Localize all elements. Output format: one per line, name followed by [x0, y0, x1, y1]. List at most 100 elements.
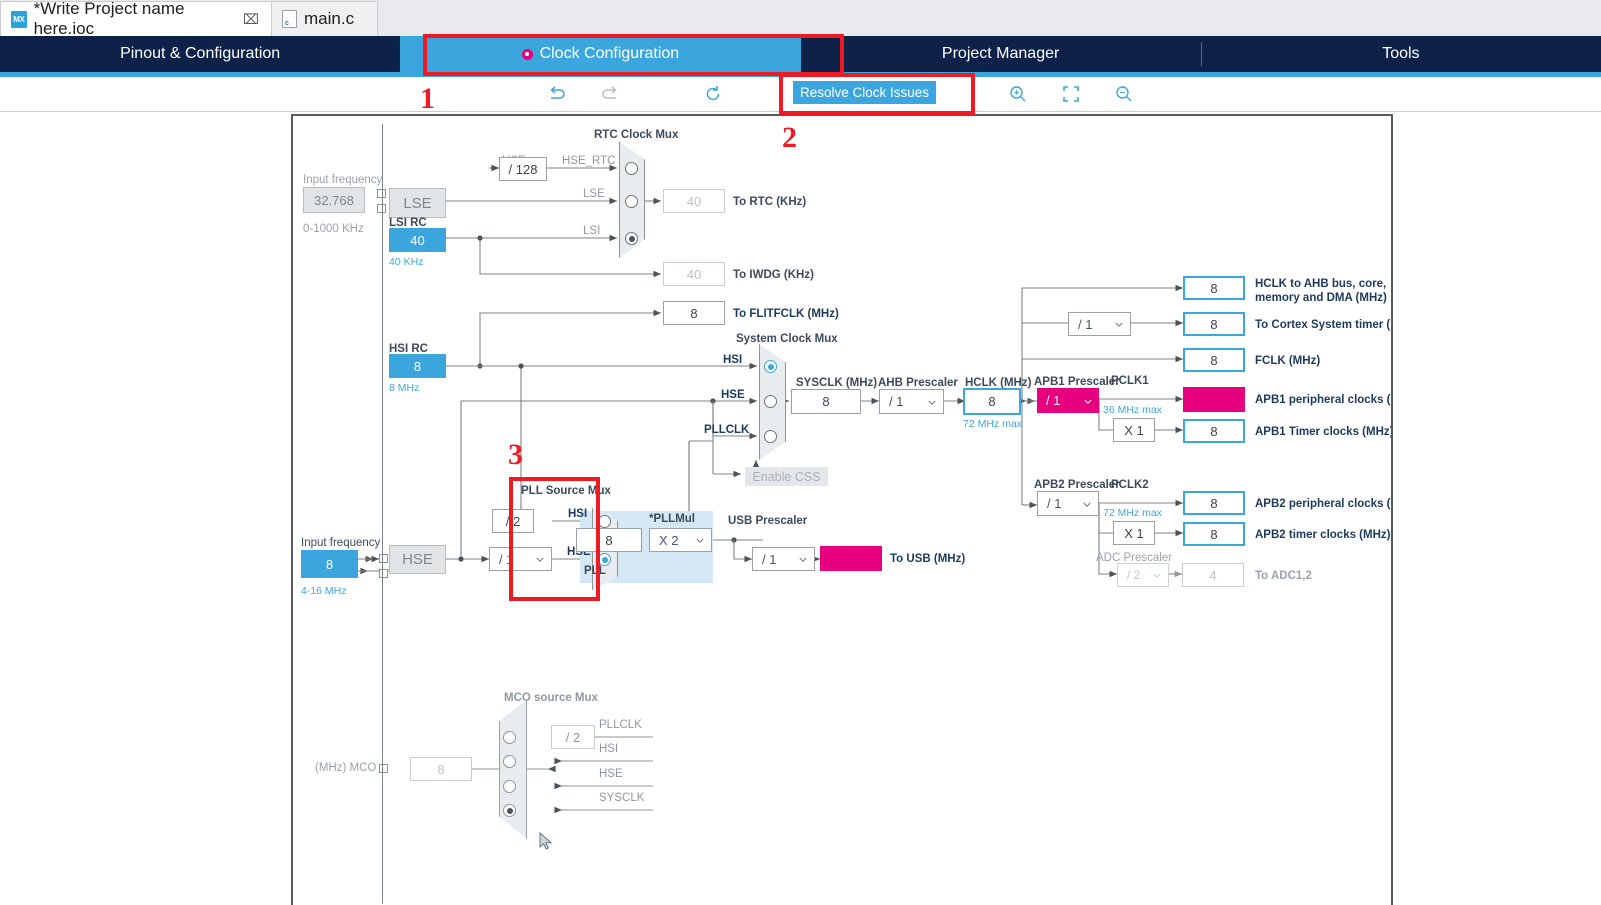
editor-tab-mainc[interactable]: c main.c — [272, 1, 378, 36]
rtc-mux-input-lse-label: LSE — [583, 188, 605, 200]
apb2-prescaler-title: APB2 Prescaler — [1034, 479, 1120, 491]
mco-pll-divider: / 2 — [551, 725, 595, 749]
mco-mux-radio-sysclk[interactable] — [503, 804, 516, 817]
undo-icon[interactable] — [546, 83, 568, 105]
hclk-value-field[interactable]: 8 — [963, 388, 1021, 415]
hclk-bus-label-line2: memory and DMA (MHz) — [1255, 292, 1387, 304]
chevron-down-icon — [928, 400, 936, 405]
tab-pinout-configuration-label: Pinout & Configuration — [120, 45, 281, 62]
mco-mux-radio-hsi[interactable] — [503, 755, 516, 768]
to-rtc-label: To RTC (KHz) — [733, 196, 807, 208]
apb1-peripheral-clocks-label: APB1 peripheral clocks (MHz) — [1255, 394, 1391, 406]
hse-input-frequency-field[interactable]: 8 — [301, 550, 358, 578]
redo-icon[interactable] — [599, 83, 621, 105]
hse-range-label: 4-16 MHz — [301, 585, 347, 597]
apb1-max-label: 36 MHz max — [1103, 404, 1162, 416]
apb1-prescaler-select[interactable]: / 1 — [1037, 388, 1099, 413]
rtc-hse-divider: / 128 — [499, 157, 547, 181]
adc-prescaler-select[interactable]: / 2 — [1117, 563, 1169, 587]
apb2-max-label: 72 MHz max — [1103, 507, 1162, 519]
tab-pinout-configuration[interactable]: Pinout & Configuration — [0, 36, 400, 72]
to-iwdg-label: To IWDG (KHz) — [733, 269, 814, 281]
mco-mux-input-hsi-label: HSI — [599, 743, 619, 755]
tab-tools-label: Tools — [1382, 45, 1420, 62]
rtc-mux-input-hse-rtc-label: HSE_RTC — [562, 155, 616, 167]
mco-source-mux[interactable] — [499, 699, 527, 839]
fclk-label: FCLK (MHz) — [1255, 355, 1321, 367]
lse-oscillator-box[interactable]: LSE — [389, 188, 446, 218]
mco-mux-radio-pllclk[interactable] — [503, 731, 516, 744]
cortex-timer-divider-select[interactable]: / 1 — [1068, 312, 1131, 336]
chevron-down-icon — [799, 557, 807, 562]
sysclk-title: SYSCLK (MHz) — [796, 377, 878, 389]
hse-pin-out — [379, 569, 388, 578]
clock-tree-diagram: Input frequency 32.768 0-1000 KHz LSE LS… — [293, 116, 1393, 905]
tab-tools[interactable]: Tools — [1200, 36, 1601, 72]
rtc-clock-mux-title: RTC Clock Mux — [594, 129, 679, 141]
cubemx-window: MX *Write Project name here.ioc ⌧ c main… — [0, 0, 1601, 905]
apb1-timer-clocks-label: APB1 Timer clocks (MHz) — [1255, 426, 1393, 438]
usb-prescaler-select[interactable]: / 1 — [752, 547, 815, 571]
usb-prescaler-value: / 1 — [762, 551, 777, 567]
chevron-down-icon — [696, 538, 704, 543]
clock-tree-canvas[interactable]: Input frequency 32.768 0-1000 KHz LSE LS… — [291, 114, 1393, 905]
apb1-timer-clocks-value: 8 — [1183, 419, 1245, 443]
enable-css-button[interactable]: Enable CSS — [745, 467, 828, 486]
apb2-timer-clocks-label: APB2 timer clocks (MHz) — [1255, 529, 1391, 541]
mco-output-value: 8 — [410, 757, 472, 781]
hse-oscillator-box[interactable]: HSE — [389, 545, 446, 574]
zoom-in-icon[interactable] — [1007, 83, 1029, 105]
sysclk-mux-radio-hsi[interactable] — [764, 360, 777, 373]
rtc-mux-radio-hse-rtc[interactable] — [625, 162, 638, 175]
annotation-box-2 — [779, 73, 975, 115]
rtc-mux-radio-lsi[interactable] — [625, 232, 638, 245]
to-adc-label: To ADC1,2 — [1255, 570, 1312, 582]
hse-input-frequency-label: Input frequency — [301, 537, 381, 549]
lse-input-frequency-field[interactable]: 32.768 — [303, 187, 365, 213]
hse-pin-in — [379, 554, 388, 563]
mco-source-mux-title: MCO source Mux — [504, 692, 598, 704]
to-flitfclk-label: To FLITFCLK (MHz) — [733, 308, 839, 320]
reset-icon[interactable] — [702, 83, 724, 105]
usb-prescaler-title: USB Prescaler — [728, 515, 808, 527]
sysclk-value: 8 — [791, 389, 861, 414]
hclk-bus-label-line1: HCLK to AHB bus, core, — [1255, 278, 1387, 290]
to-usb-label: To USB (MHz) — [890, 553, 966, 565]
hclk-bus-value: 8 — [1183, 276, 1245, 300]
editor-tab-ioc-label: *Write Project name here.ioc — [33, 0, 185, 38]
pllmul-title: *PLLMul — [649, 513, 695, 525]
fclk-value: 8 — [1183, 348, 1245, 372]
hclk-max-label: 72 MHz max — [963, 418, 1022, 430]
ahb-prescaler-title: AHB Prescaler — [878, 377, 958, 389]
lsi-unit-label: 40 KHz — [389, 256, 424, 268]
sysclk-mux-radio-pllclk[interactable] — [764, 430, 777, 443]
lsi-value-field[interactable]: 40 — [389, 228, 446, 252]
zoom-fit-icon[interactable] — [1060, 83, 1082, 105]
zoom-out-icon[interactable] — [1113, 83, 1135, 105]
rtc-mux-radio-lse[interactable] — [625, 195, 638, 208]
pclk2-label: PCLK2 — [1111, 479, 1149, 491]
mco-mux-radio-hse[interactable] — [503, 780, 516, 793]
editor-tab-mainc-label: main.c — [304, 9, 355, 28]
apb1-timer-multiplier: X 1 — [1113, 418, 1155, 442]
pllmul-select[interactable]: X 2 — [649, 528, 712, 552]
pclk1-label: PCLK1 — [1111, 375, 1149, 387]
sysclk-mux-input-hsi-label: HSI — [723, 354, 743, 366]
cortex-timer-label: To Cortex System timer (MHz) — [1255, 319, 1391, 331]
apb2-prescaler-select[interactable]: / 1 — [1037, 491, 1099, 516]
chevron-down-icon — [1083, 502, 1091, 507]
ahb-prescaler-select[interactable]: / 1 — [879, 389, 944, 414]
annotation-number-3: 3 — [508, 438, 523, 471]
apb1-prescaler-title: APB1 Prescaler — [1034, 376, 1120, 388]
close-icon[interactable]: ⌧ — [243, 11, 259, 28]
editor-tab-ioc[interactable]: MX *Write Project name here.ioc ⌧ — [0, 0, 272, 38]
sysclk-mux-radio-hse[interactable] — [764, 395, 777, 408]
tab-project-manager-label: Project Manager — [941, 45, 1060, 62]
chevron-down-icon — [1153, 573, 1161, 578]
apb1-prescaler-value: / 1 — [1046, 393, 1061, 408]
hsi-value-field[interactable]: 8 — [389, 354, 446, 378]
annotation-number-1: 1 — [420, 82, 435, 115]
tab-project-manager[interactable]: Project Manager — [801, 36, 1201, 72]
apb1-peripheral-clocks-value: 8 — [1183, 387, 1245, 412]
annotation-number-2: 2 — [782, 121, 797, 154]
